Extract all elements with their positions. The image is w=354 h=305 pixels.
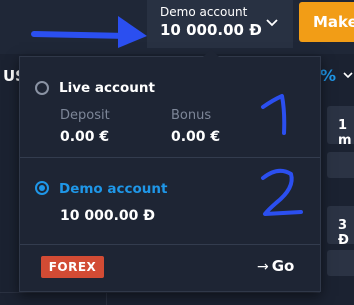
arrow-right-icon: →: [257, 259, 269, 275]
go-button[interactable]: → Go: [257, 257, 294, 275]
go-label: Go: [271, 257, 295, 275]
bonus-value: 0.00 €: [171, 129, 221, 145]
panel-strip-lower: [327, 250, 354, 276]
deposit-label: Deposit: [60, 108, 110, 123]
account-balance: 10 000.00 Đ: [160, 21, 262, 39]
make-deposit-button[interactable]: Make: [299, 2, 354, 42]
live-account-option[interactable]: Live account Deposit 0.00 € Bonus 0.00 €: [20, 57, 320, 157]
amount-value-partial: 3 Đ: [338, 218, 349, 248]
dropdown-caret: [203, 49, 219, 57]
demo-balance: 10 000.00 Đ: [60, 208, 155, 224]
grid-line: [106, 292, 107, 305]
account-dropdown: Live account Deposit 0.00 € Bonus 0.00 €…: [19, 49, 321, 292]
account-switcher[interactable]: Demo account 10 000.00 Đ: [147, 0, 293, 48]
panel-strip: [327, 152, 354, 178]
chevron-down-icon: [266, 19, 278, 27]
demo-account-label: Demo account: [59, 181, 168, 197]
account-name: Demo account: [160, 5, 248, 19]
chevron-down-icon[interactable]: [343, 71, 353, 79]
dropdown-footer: FOREX → Go: [20, 245, 320, 291]
forex-badge[interactable]: FOREX: [41, 256, 104, 278]
bonus-label: Bonus: [171, 108, 212, 123]
percent-label: %: [320, 66, 337, 85]
radio-icon[interactable]: [35, 181, 49, 195]
radio-icon[interactable]: [35, 81, 49, 95]
live-account-label: Live account: [59, 80, 155, 96]
deposit-value: 0.00 €: [60, 129, 110, 145]
demo-account-option[interactable]: Demo account 10 000.00 Đ: [20, 158, 320, 244]
time-value-partial: 1 m: [338, 118, 352, 148]
grid-line: [0, 292, 320, 293]
